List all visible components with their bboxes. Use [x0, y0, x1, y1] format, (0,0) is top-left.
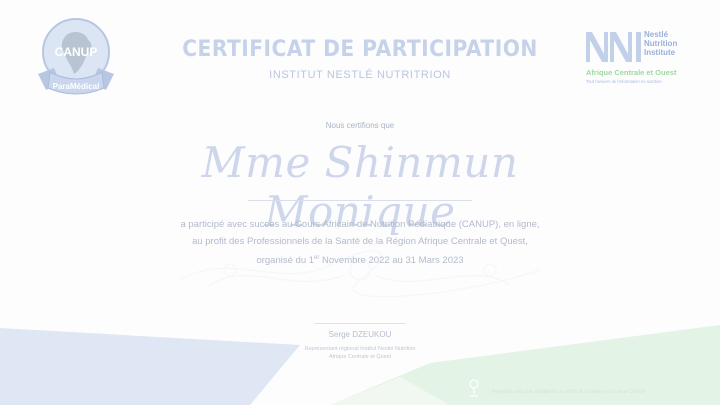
body-line-3-pre: organisé du 1 [256, 255, 315, 267]
nni-brand-text: Nestlé Nutrition Institute [644, 30, 677, 57]
certificate-subtitle: INSTITUT NESTLÉ NUTRITRION [269, 69, 451, 81]
signatory-name: Serge DZEUKOU [328, 330, 392, 339]
certificate-title: CERTIFICAT DE PARTICIPATION [182, 37, 538, 62]
canup-ribbon-text: ParaMédical [53, 82, 100, 91]
signatory-role-line-2: Afrique Centrale et Quest [328, 354, 392, 360]
signature-line [314, 323, 406, 324]
body-line-3-post: Novembre 2022 au 31 Mars 2023 [319, 255, 464, 267]
nni-tagline: Tout l'univers de l'information en nutri… [586, 79, 662, 84]
canup-badge-text: CANUP [55, 45, 98, 59]
body-line-2: au profit des Professionnels de la Santé… [192, 236, 528, 247]
certificate-page: CANUP ParaMédical Nestlé Nutrition Insti… [0, 0, 720, 405]
nni-brand-line-2: Nutrition [644, 39, 678, 48]
name-underline [248, 200, 472, 201]
nni-region: Afrique Centrale et Ouest [586, 68, 677, 77]
signatory-role-line-1: Représentant régional Institut Nestlé Nu… [304, 346, 416, 352]
footer-note: Recyclez mais par additiprint ce certifi… [492, 389, 646, 395]
signatory-role: Représentant régional Institut Nestlé Nu… [270, 345, 450, 361]
body-line-1: a participé avec succès au Cours Africai… [180, 219, 540, 230]
recycle-tree-icon [469, 379, 479, 397]
nni-brand-line-3: Institute [644, 48, 676, 57]
nestle-nutrition-institute-logo: Nestlé Nutrition Institute Afrique Centr… [584, 30, 704, 92]
nni-brand-line-1: Nestlé [644, 30, 669, 39]
canup-logo: CANUP ParaMédical [24, 12, 128, 104]
certificate-body: a participé avec succès au Cours Africai… [110, 216, 610, 269]
body-line-3: organisé du 1er Novembre 2022 au 31 Mars… [110, 250, 610, 269]
certify-text: Nous certifions que [325, 121, 395, 130]
